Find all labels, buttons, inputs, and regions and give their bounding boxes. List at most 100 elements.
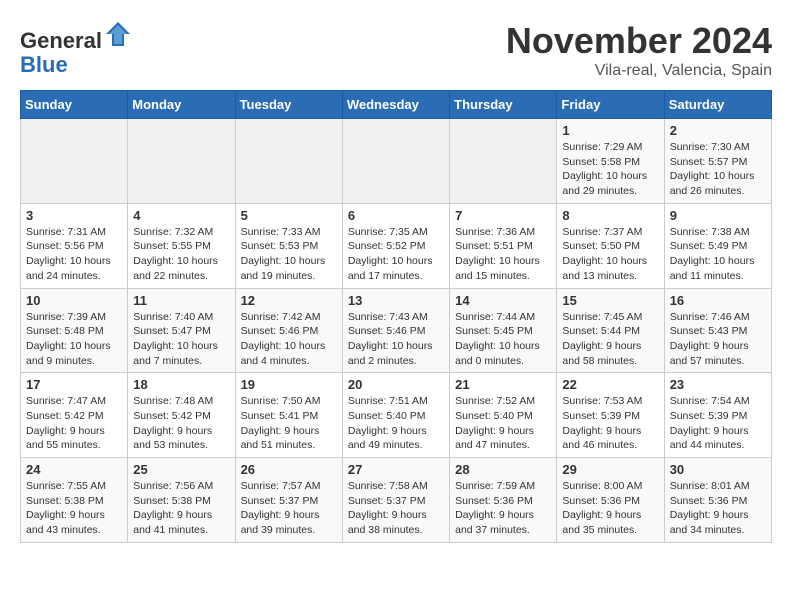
calendar-day-cell: 24 Sunrise: 7:55 AMSunset: 5:38 PMDayligh… [21, 458, 128, 543]
calendar-body: 1 Sunrise: 7:29 AMSunset: 5:58 PMDaylight… [21, 119, 772, 543]
calendar-week-row: 10 Sunrise: 7:39 AMSunset: 5:48 PMDayligh… [21, 288, 772, 373]
calendar-day-cell: 20 Sunrise: 7:51 AMSunset: 5:40 PMDayligh… [342, 373, 449, 458]
weekday-header-row: SundayMondayTuesdayWednesdayThursdayFrid… [21, 91, 772, 119]
weekday-header-cell: Tuesday [235, 91, 342, 119]
calendar-day-cell: 5Sunrise: 7:33 AMSunset: 5:53 PMDaylight… [235, 203, 342, 288]
day-info: Sunrise: 7:46 AMSunset: 5:43 PMDaylight:… [670, 310, 766, 369]
day-number: 24 [26, 462, 122, 477]
calendar-day-cell: 11 Sunrise: 7:40 AMSunset: 5:47 PMDayligh… [128, 288, 235, 373]
day-number: 25 [133, 462, 229, 477]
calendar-day-cell: 3Sunrise: 7:31 AMSunset: 5:56 PMDaylight… [21, 203, 128, 288]
calendar-day-cell: 13Sunrise: 7:43 AMSunset: 5:46 PMDayligh… [342, 288, 449, 373]
day-number: 21 [455, 377, 551, 392]
day-number: 27 [348, 462, 444, 477]
weekday-header-cell: Thursday [450, 91, 557, 119]
day-number: 29 [562, 462, 658, 477]
calendar-day-cell: 6Sunrise: 7:35 AMSunset: 5:52 PMDaylight… [342, 203, 449, 288]
day-info: Sunrise: 7:54 AMSunset: 5:39 PMDaylight:… [670, 394, 766, 453]
day-number: 8 [562, 208, 658, 223]
day-info: Sunrise: 7:56 AMSunset: 5:38 PMDaylight:… [133, 479, 229, 538]
calendar-day-cell: 25 Sunrise: 7:56 AMSunset: 5:38 PMDayligh… [128, 458, 235, 543]
day-number: 2 [670, 123, 766, 138]
day-number: 10 [26, 293, 122, 308]
day-info: Sunrise: 7:43 AMSunset: 5:46 PMDaylight:… [348, 310, 444, 369]
month-title: November 2024 [506, 20, 772, 62]
calendar-week-row: 1 Sunrise: 7:29 AMSunset: 5:58 PMDaylight… [21, 119, 772, 204]
day-info: Sunrise: 7:37 AMSunset: 5:50 PMDaylight:… [562, 225, 658, 284]
page-header: General Blue November 2024 Vila-real, Va… [20, 20, 772, 80]
logo: General Blue [20, 20, 132, 77]
day-number: 16 [670, 293, 766, 308]
logo-icon [104, 20, 132, 48]
calendar-header: SundayMondayTuesdayWednesdayThursdayFrid… [21, 91, 772, 119]
day-info: Sunrise: 7:38 AMSunset: 5:49 PMDaylight:… [670, 225, 766, 284]
day-info: Sunrise: 7:40 AMSunset: 5:47 PMDaylight:… [133, 310, 229, 369]
day-info: Sunrise: 7:55 AMSunset: 5:38 PMDaylight:… [26, 479, 122, 538]
day-info: Sunrise: 7:57 AMSunset: 5:37 PMDaylight:… [241, 479, 337, 538]
calendar-day-cell: 2 Sunrise: 7:30 AMSunset: 5:57 PMDaylight… [664, 119, 771, 204]
logo-blue-text: Blue [20, 52, 68, 77]
calendar-day-cell: 7 Sunrise: 7:36 AMSunset: 5:51 PMDaylight… [450, 203, 557, 288]
day-info: Sunrise: 7:59 AMSunset: 5:36 PMDaylight:… [455, 479, 551, 538]
day-number: 11 [133, 293, 229, 308]
weekday-header-cell: Sunday [21, 91, 128, 119]
day-number: 14 [455, 293, 551, 308]
calendar-table: SundayMondayTuesdayWednesdayThursdayFrid… [20, 90, 772, 543]
calendar-day-cell [342, 119, 449, 204]
calendar-day-cell: 23 Sunrise: 7:54 AMSunset: 5:39 PMDayligh… [664, 373, 771, 458]
day-info: Sunrise: 7:30 AMSunset: 5:57 PMDaylight:… [670, 140, 766, 199]
day-number: 12 [241, 293, 337, 308]
day-number: 9 [670, 208, 766, 223]
day-number: 17 [26, 377, 122, 392]
day-number: 15 [562, 293, 658, 308]
calendar-day-cell: 10 Sunrise: 7:39 AMSunset: 5:48 PMDayligh… [21, 288, 128, 373]
day-number: 6 [348, 208, 444, 223]
day-info: Sunrise: 7:45 AMSunset: 5:44 PMDaylight:… [562, 310, 658, 369]
day-info: Sunrise: 7:36 AMSunset: 5:51 PMDaylight:… [455, 225, 551, 284]
day-number: 28 [455, 462, 551, 477]
title-block: November 2024 Vila-real, Valencia, Spain [506, 20, 772, 80]
calendar-week-row: 3Sunrise: 7:31 AMSunset: 5:56 PMDaylight… [21, 203, 772, 288]
calendar-day-cell: 19Sunrise: 7:50 AMSunset: 5:41 PMDayligh… [235, 373, 342, 458]
calendar-day-cell: 12 Sunrise: 7:42 AMSunset: 5:46 PMDayligh… [235, 288, 342, 373]
calendar-day-cell: 28 Sunrise: 7:59 AMSunset: 5:36 PMDayligh… [450, 458, 557, 543]
day-info: Sunrise: 7:58 AMSunset: 5:37 PMDaylight:… [348, 479, 444, 538]
calendar-day-cell: 27 Sunrise: 7:58 AMSunset: 5:37 PMDayligh… [342, 458, 449, 543]
day-number: 4 [133, 208, 229, 223]
calendar-day-cell: 1 Sunrise: 7:29 AMSunset: 5:58 PMDaylight… [557, 119, 664, 204]
day-number: 1 [562, 123, 658, 138]
logo-general-text: General [20, 28, 102, 53]
day-number: 20 [348, 377, 444, 392]
calendar-day-cell: 4 Sunrise: 7:32 AMSunset: 5:55 PMDaylight… [128, 203, 235, 288]
day-info: Sunrise: 7:39 AMSunset: 5:48 PMDaylight:… [26, 310, 122, 369]
calendar-day-cell: 9 Sunrise: 7:38 AMSunset: 5:49 PMDaylight… [664, 203, 771, 288]
day-number: 7 [455, 208, 551, 223]
weekday-header-cell: Saturday [664, 91, 771, 119]
calendar-day-cell: 17 Sunrise: 7:47 AMSunset: 5:42 PMDayligh… [21, 373, 128, 458]
day-number: 5 [241, 208, 337, 223]
calendar-day-cell: 8 Sunrise: 7:37 AMSunset: 5:50 PMDaylight… [557, 203, 664, 288]
day-number: 30 [670, 462, 766, 477]
day-info: Sunrise: 7:52 AMSunset: 5:40 PMDaylight:… [455, 394, 551, 453]
day-info: Sunrise: 8:01 AMSunset: 5:36 PMDaylight:… [670, 479, 766, 538]
day-info: Sunrise: 7:32 AMSunset: 5:55 PMDaylight:… [133, 225, 229, 284]
day-info: Sunrise: 7:50 AMSunset: 5:41 PMDaylight:… [241, 394, 337, 453]
day-number: 3 [26, 208, 122, 223]
calendar-day-cell: 21 Sunrise: 7:52 AMSunset: 5:40 PMDayligh… [450, 373, 557, 458]
calendar-week-row: 24 Sunrise: 7:55 AMSunset: 5:38 PMDayligh… [21, 458, 772, 543]
weekday-header-cell: Friday [557, 91, 664, 119]
day-number: 26 [241, 462, 337, 477]
day-info: Sunrise: 8:00 AMSunset: 5:36 PMDaylight:… [562, 479, 658, 538]
calendar-day-cell: 30 Sunrise: 8:01 AMSunset: 5:36 PMDayligh… [664, 458, 771, 543]
day-number: 23 [670, 377, 766, 392]
weekday-header-cell: Wednesday [342, 91, 449, 119]
calendar-day-cell: 22Sunrise: 7:53 AMSunset: 5:39 PMDayligh… [557, 373, 664, 458]
calendar-day-cell: 15 Sunrise: 7:45 AMSunset: 5:44 PMDayligh… [557, 288, 664, 373]
day-info: Sunrise: 7:47 AMSunset: 5:42 PMDaylight:… [26, 394, 122, 453]
calendar-day-cell [21, 119, 128, 204]
calendar-week-row: 17 Sunrise: 7:47 AMSunset: 5:42 PMDayligh… [21, 373, 772, 458]
day-info: Sunrise: 7:29 AMSunset: 5:58 PMDaylight:… [562, 140, 658, 199]
day-info: Sunrise: 7:51 AMSunset: 5:40 PMDaylight:… [348, 394, 444, 453]
day-number: 18 [133, 377, 229, 392]
day-info: Sunrise: 7:42 AMSunset: 5:46 PMDaylight:… [241, 310, 337, 369]
